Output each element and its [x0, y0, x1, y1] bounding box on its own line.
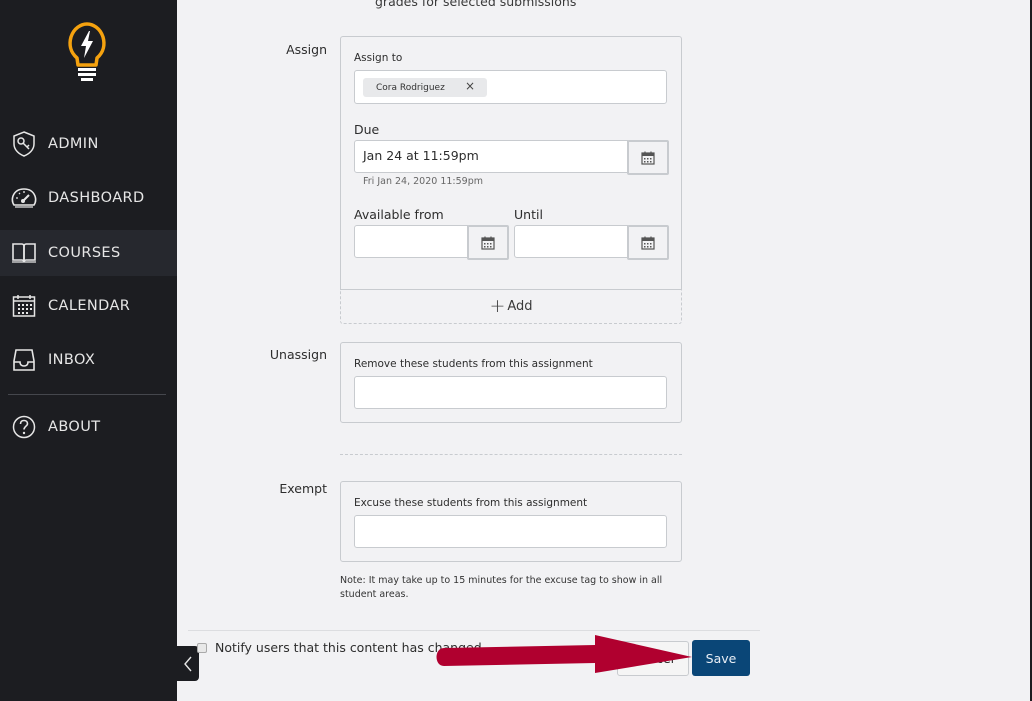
- sidebar-item-label: CALENDAR: [48, 298, 131, 314]
- assign-to-input[interactable]: Cora Rodriguez ×: [354, 70, 667, 104]
- assign-row-label: Assign: [286, 42, 327, 57]
- save-button[interactable]: Save: [692, 640, 750, 676]
- due-date-hint: Fri Jan 24, 2020 11:59pm: [363, 176, 483, 187]
- available-from-input[interactable]: [354, 225, 468, 258]
- calendar-icon: [641, 236, 655, 250]
- collapse-sidebar-button[interactable]: [177, 646, 199, 681]
- unassign-row-label: Unassign: [269, 347, 327, 362]
- unassign-students-input[interactable]: [354, 376, 667, 409]
- inbox-icon: [11, 347, 37, 373]
- sidebar-item-label: INBOX: [48, 352, 96, 368]
- sidebar-item-admin[interactable]: ADMIN: [0, 121, 177, 167]
- exempt-row-label: Exempt: [279, 481, 327, 496]
- remove-assignee-icon[interactable]: ×: [465, 79, 475, 93]
- exempt-field-label: Excuse these students from this assignme…: [354, 497, 588, 509]
- speedometer-icon: [11, 185, 37, 211]
- calendar-icon: [11, 293, 37, 319]
- until-input[interactable]: [514, 225, 628, 258]
- available-from-label: Available from: [354, 207, 444, 222]
- sidebar-item-courses[interactable]: COURSES: [0, 230, 177, 276]
- add-assignment-button[interactable]: + Add: [340, 289, 682, 324]
- exempt-card: Excuse these students from this assignme…: [340, 481, 682, 562]
- plus-icon: +: [489, 295, 506, 317]
- footer-divider: [188, 630, 760, 631]
- sidebar: ADMIN DASHBOARD COURSES CALENDAR INBOX A…: [0, 0, 177, 701]
- grade-description-text: grades for selected submissions: [375, 0, 577, 9]
- unassign-card: Remove these students from this assignme…: [340, 342, 682, 423]
- sidebar-item-calendar[interactable]: CALENDAR: [0, 283, 177, 329]
- available-from-calendar-button[interactable]: [467, 225, 509, 260]
- sidebar-item-about[interactable]: ABOUT: [0, 404, 177, 450]
- assign-card: Assign to Cora Rodriguez × Due Jan 24 at…: [340, 36, 682, 290]
- until-calendar-button[interactable]: [627, 225, 669, 260]
- due-date-input[interactable]: Jan 24 at 11:59pm: [354, 140, 628, 173]
- sidebar-divider: [8, 394, 166, 395]
- calendar-icon: [481, 236, 495, 250]
- question-icon: [11, 414, 37, 440]
- sidebar-item-dashboard[interactable]: DASHBOARD: [0, 175, 177, 221]
- unassign-field-label: Remove these students from this assignme…: [354, 358, 593, 370]
- chevron-left-icon: [184, 656, 192, 671]
- book-icon: [11, 240, 37, 266]
- sidebar-item-label: COURSES: [48, 245, 121, 261]
- section-divider: [340, 454, 682, 455]
- cancel-button[interactable]: Cancel: [617, 641, 689, 676]
- due-date-value: Jan 24 at 11:59pm: [363, 148, 479, 163]
- exempt-note: Note: It may take up to 15 minutes for t…: [340, 575, 663, 600]
- add-label: Add: [507, 299, 533, 314]
- assignee-name: Cora Rodriguez: [376, 82, 445, 93]
- sidebar-item-label: ABOUT: [48, 419, 101, 435]
- calendar-icon: [641, 151, 655, 165]
- lightbulb-logo-icon[interactable]: [66, 20, 108, 82]
- exempt-students-input[interactable]: [354, 515, 667, 548]
- assignee-chip: Cora Rodriguez ×: [363, 78, 487, 97]
- due-date-calendar-button[interactable]: [627, 140, 669, 175]
- sidebar-item-inbox[interactable]: INBOX: [0, 337, 177, 383]
- assign-to-label: Assign to: [354, 52, 403, 64]
- sidebar-item-label: DASHBOARD: [48, 190, 145, 206]
- due-label: Due: [354, 122, 380, 137]
- until-label: Until: [514, 207, 543, 222]
- shield-key-icon: [11, 131, 37, 157]
- notify-users-checkbox[interactable]: [197, 643, 207, 653]
- notify-users-label[interactable]: Notify users that this content has chang…: [215, 640, 482, 655]
- sidebar-item-label: ADMIN: [48, 136, 99, 152]
